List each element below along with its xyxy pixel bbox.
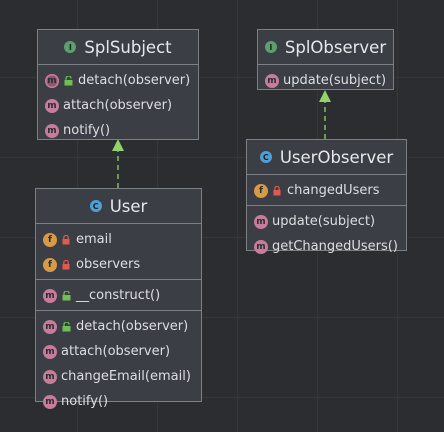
- method-override-icon: m: [45, 73, 59, 88]
- method-label: __construct(): [76, 288, 161, 303]
- method-row[interactable]: m getChangedUsers(): [247, 234, 406, 259]
- method-label: getChangedUsers(): [272, 239, 398, 254]
- method-row[interactable]: m notify(): [36, 389, 201, 414]
- method-row[interactable]: m detach(observer): [38, 68, 198, 93]
- method-label: attach(observer): [63, 98, 173, 113]
- method-label: detach(observer): [78, 73, 191, 88]
- method-label: detach(observer): [76, 319, 189, 334]
- method-icon: m: [265, 73, 279, 88]
- field-row[interactable]: f email: [36, 227, 201, 252]
- method-icon: m: [43, 369, 57, 384]
- methods-section: m update(subject) m getChangedUsers(): [247, 206, 406, 261]
- method-row[interactable]: m changeEmail(email): [36, 364, 201, 389]
- public-unlocked-icon: [61, 321, 71, 332]
- field-icon: f: [43, 232, 57, 247]
- method-icon: m: [43, 394, 57, 409]
- method-icon: m: [43, 344, 57, 359]
- field-row[interactable]: f observers: [36, 252, 201, 277]
- field-label: email: [76, 232, 112, 247]
- class-name: SplSubject: [84, 37, 172, 57]
- method-label: notify(): [61, 394, 109, 409]
- class-box-splsubject[interactable]: I SplSubject m detach(observer) m attach…: [37, 29, 199, 140]
- private-lock-icon: [61, 234, 71, 245]
- class-header: I SplSubject: [38, 30, 198, 65]
- private-lock-icon: [61, 259, 71, 270]
- field-icon: f: [43, 257, 57, 272]
- method-row[interactable]: m detach(observer): [36, 314, 201, 339]
- interface-icon: I: [64, 41, 77, 53]
- public-unlocked-icon: [63, 75, 73, 86]
- class-name: UserObserver: [279, 147, 394, 167]
- arrow-userobserver-to-splobserver: [319, 90, 331, 139]
- method-row[interactable]: m update(subject): [247, 209, 406, 234]
- method-icon: m: [45, 123, 59, 138]
- method-label: update(subject): [272, 214, 376, 229]
- method-row[interactable]: m notify(): [38, 118, 198, 143]
- fields-section: f email f observers: [36, 224, 201, 280]
- method-icon: m: [43, 319, 57, 334]
- field-row[interactable]: f changedUsers: [247, 178, 406, 203]
- method-icon: m: [45, 98, 59, 113]
- arrow-user-to-splsubject: [112, 139, 124, 188]
- method-icon: m: [254, 214, 268, 229]
- class-icon: C: [89, 200, 102, 212]
- method-row[interactable]: m __construct(): [36, 283, 201, 308]
- method-icon: m: [43, 288, 57, 303]
- class-icon: C: [259, 151, 272, 163]
- class-name: SplObserver: [284, 37, 387, 57]
- field-icon: f: [254, 183, 268, 198]
- fields-section: f changedUsers: [247, 175, 406, 206]
- class-header: C UserObserver: [247, 140, 406, 175]
- interface-icon: I: [264, 41, 277, 53]
- field-label: changedUsers: [287, 183, 380, 198]
- class-box-splobserver[interactable]: I SplObserver m update(subject): [257, 29, 394, 90]
- methods-section: m update(subject): [258, 65, 393, 95]
- method-row[interactable]: m attach(observer): [36, 339, 201, 364]
- class-box-user[interactable]: C User f email f observers m __construct…: [35, 188, 202, 409]
- method-label: update(subject): [283, 73, 387, 88]
- method-label: attach(observer): [61, 344, 171, 359]
- method-icon: m: [254, 239, 268, 254]
- method-row[interactable]: m attach(observer): [38, 93, 198, 118]
- field-label: observers: [76, 257, 141, 272]
- public-unlocked-icon: [61, 290, 71, 301]
- methods-section: m detach(observer) m attach(observer) m …: [38, 65, 198, 145]
- method-label: notify(): [63, 123, 111, 138]
- class-box-userobserver[interactable]: C UserObserver f changedUsers m update(s…: [246, 139, 407, 254]
- class-name: User: [109, 196, 148, 216]
- method-label: changeEmail(email): [61, 369, 191, 384]
- constructors-section: m __construct(): [36, 280, 201, 311]
- class-header: I SplObserver: [258, 30, 393, 65]
- private-lock-icon: [272, 185, 282, 196]
- methods-section: m detach(observer) m attach(observer) m …: [36, 311, 201, 416]
- class-header: C User: [36, 189, 201, 224]
- method-row[interactable]: m update(subject): [258, 68, 393, 93]
